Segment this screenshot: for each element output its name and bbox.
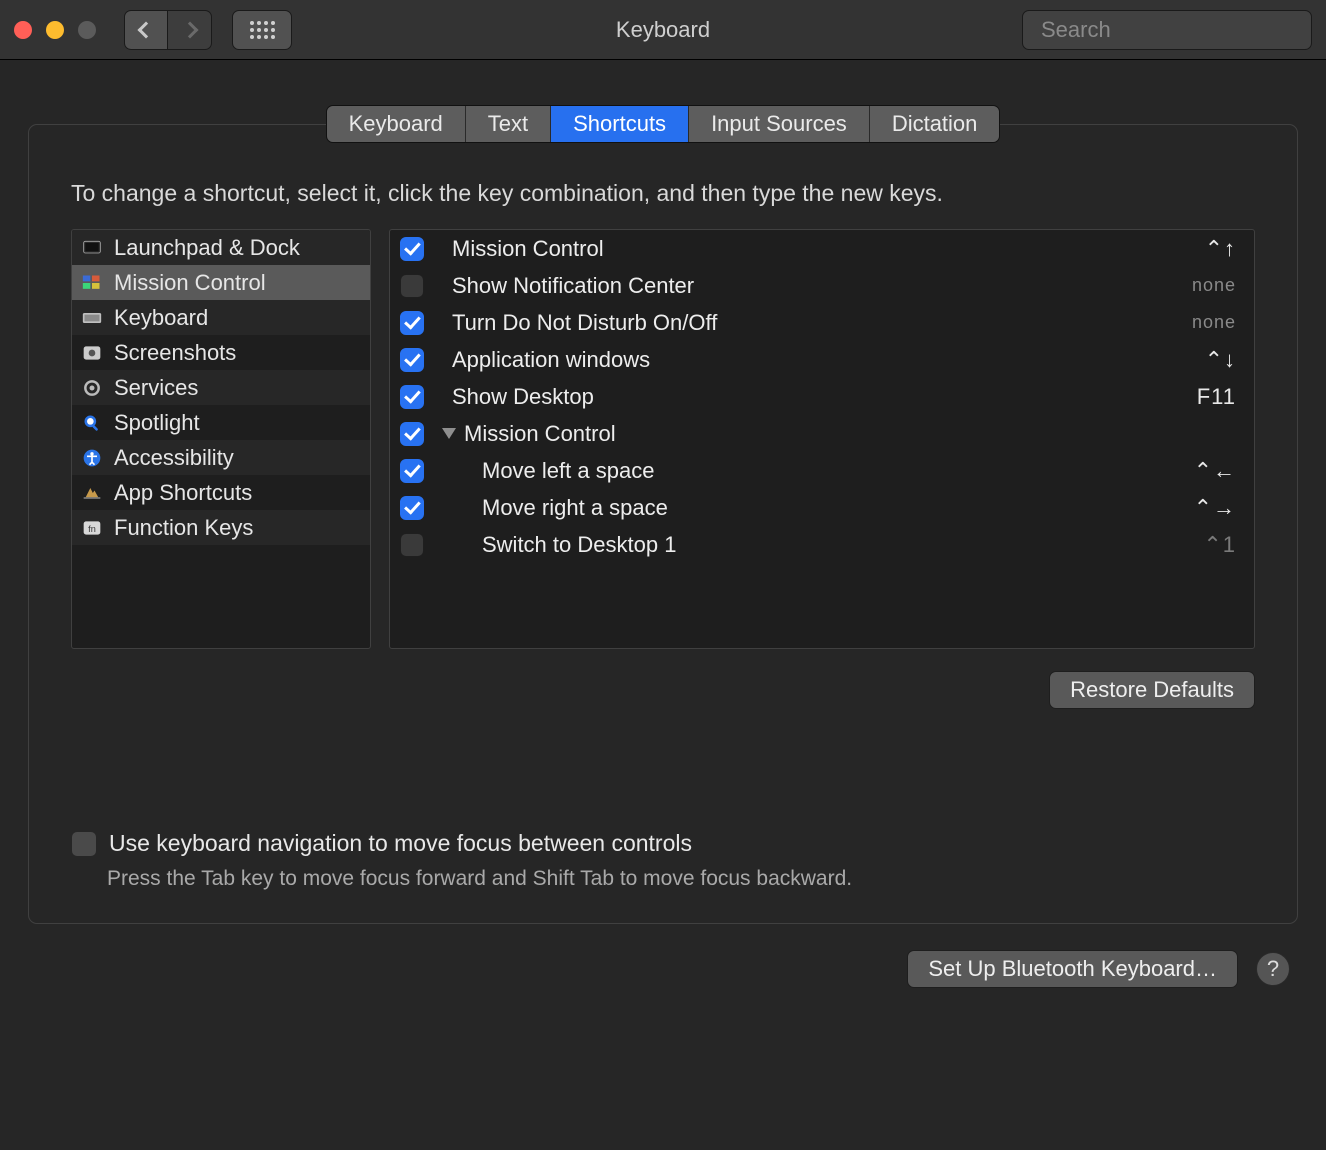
shortcut-label: Show Desktop — [452, 384, 1183, 410]
category-app-shortcuts[interactable]: App Shortcuts — [72, 475, 370, 510]
shortcut-label: Show Notification Center — [452, 273, 1178, 299]
shortcut-row[interactable]: Move right a space ⌃→ — [390, 489, 1254, 526]
shortcut-label: Move left a space — [482, 458, 1180, 484]
disclosure-triangle-icon[interactable] — [442, 428, 456, 439]
tab-input-sources[interactable]: Input Sources — [689, 106, 870, 142]
instruction-text: To change a shortcut, select it, click t… — [71, 180, 1255, 207]
accessibility-icon — [80, 448, 104, 468]
restore-defaults-button[interactable]: Restore Defaults — [1049, 671, 1255, 709]
shortcut-label: Turn Do Not Disturb On/Off — [452, 310, 1178, 336]
bottom-bar: Set Up Bluetooth Keyboard… ? — [0, 924, 1326, 1014]
shortcut-row[interactable]: Turn Do Not Disturb On/Off none — [390, 304, 1254, 341]
category-label: Keyboard — [114, 305, 208, 331]
shortcut-label: Move right a space — [482, 495, 1180, 521]
fn-icon: fn — [80, 518, 104, 538]
shortcut-key[interactable]: ⌃← — [1194, 458, 1236, 484]
tab-keyboard[interactable]: Keyboard — [327, 106, 466, 142]
shortcut-key[interactable]: ⌃1 — [1203, 532, 1236, 558]
category-screenshots[interactable]: Screenshots — [72, 335, 370, 370]
category-label: Function Keys — [114, 515, 253, 541]
shortcut-label: Mission Control — [452, 236, 1191, 262]
shortcut-key[interactable]: ⌃↓ — [1205, 347, 1236, 373]
zoom-window-button — [78, 21, 96, 39]
main-panel: To change a shortcut, select it, click t… — [28, 124, 1298, 924]
launchpad-icon — [80, 238, 104, 258]
tab-dictation[interactable]: Dictation — [870, 106, 1000, 142]
category-services[interactable]: Services — [72, 370, 370, 405]
window-controls — [14, 21, 96, 39]
shortcut-key[interactable]: none — [1192, 312, 1236, 333]
shortcut-row[interactable]: Mission Control ⌃↑ — [390, 230, 1254, 267]
shortcut-checkbox[interactable] — [400, 533, 424, 557]
category-label: App Shortcuts — [114, 480, 252, 506]
bluetooth-keyboard-button[interactable]: Set Up Bluetooth Keyboard… — [907, 950, 1238, 988]
category-list[interactable]: Launchpad & Dock Mission Control Keyboard S… — [71, 229, 371, 649]
grid-icon — [250, 21, 275, 39]
keyboard-nav-hint: Press the Tab key to move focus forward … — [107, 867, 1255, 891]
search-field[interactable] — [1022, 10, 1312, 50]
shortcut-checkbox[interactable] — [400, 348, 424, 372]
keyboard-nav-option: Use keyboard navigation to move focus be… — [71, 830, 1255, 891]
shortcut-key[interactable]: none — [1192, 275, 1236, 296]
shortcut-checkbox[interactable] — [400, 311, 424, 335]
keyboard-nav-label: Use keyboard navigation to move focus be… — [109, 830, 692, 857]
shortcut-key[interactable]: ⌃→ — [1194, 495, 1236, 521]
tab-text[interactable]: Text — [466, 106, 551, 142]
keyboard-icon — [80, 308, 104, 328]
keyboard-nav-checkbox[interactable] — [71, 831, 97, 857]
shortcut-checkbox[interactable] — [400, 274, 424, 298]
help-button[interactable]: ? — [1256, 952, 1290, 986]
shortcut-checkbox[interactable] — [400, 496, 424, 520]
shortcut-label: Switch to Desktop 1 — [482, 532, 1189, 558]
shortcut-row[interactable]: Show Desktop F11 — [390, 378, 1254, 415]
shortcut-checkbox[interactable] — [400, 422, 424, 446]
forward-button — [168, 10, 212, 50]
gear-icon — [80, 378, 104, 398]
shortcut-checkbox[interactable] — [400, 237, 424, 261]
apps-icon — [80, 483, 104, 503]
category-function-keys[interactable]: fn Function Keys — [72, 510, 370, 545]
tab-bar: KeyboardTextShortcutsInput SourcesDictat… — [0, 105, 1326, 143]
nav-buttons — [124, 10, 212, 50]
shortcut-row[interactable]: Mission Control — [390, 415, 1254, 452]
category-accessibility[interactable]: Accessibility — [72, 440, 370, 475]
category-label: Accessibility — [114, 445, 234, 471]
chevron-right-icon — [181, 21, 198, 38]
shortcut-list[interactable]: Mission Control ⌃↑ Show Notification Cente… — [389, 229, 1255, 649]
shortcut-key[interactable]: F11 — [1197, 384, 1236, 410]
shortcut-key[interactable]: ⌃↑ — [1205, 236, 1236, 262]
category-label: Screenshots — [114, 340, 236, 366]
shortcut-row[interactable]: Application windows ⌃↓ — [390, 341, 1254, 378]
shortcut-row[interactable]: Move left a space ⌃← — [390, 452, 1254, 489]
shortcut-checkbox[interactable] — [400, 459, 424, 483]
category-keyboard[interactable]: Keyboard — [72, 300, 370, 335]
tab-shortcuts[interactable]: Shortcuts — [551, 106, 689, 142]
shortcut-checkbox[interactable] — [400, 385, 424, 409]
minimize-window-button[interactable] — [46, 21, 64, 39]
show-all-button[interactable] — [232, 10, 292, 50]
category-label: Services — [114, 375, 198, 401]
shortcut-label: Application windows — [452, 347, 1191, 373]
shortcut-label: Mission Control — [464, 421, 1222, 447]
shortcut-row[interactable]: Switch to Desktop 1 ⌃1 — [390, 526, 1254, 563]
shortcut-row[interactable]: Show Notification Center none — [390, 267, 1254, 304]
svg-text:fn: fn — [88, 524, 96, 534]
category-label: Mission Control — [114, 270, 266, 296]
search-input[interactable] — [1041, 17, 1326, 43]
chevron-left-icon — [138, 21, 155, 38]
spotlight-icon — [80, 413, 104, 433]
category-launchpad-dock[interactable]: Launchpad & Dock — [72, 230, 370, 265]
close-window-button[interactable] — [14, 21, 32, 39]
category-label: Launchpad & Dock — [114, 235, 300, 261]
titlebar: Keyboard — [0, 0, 1326, 60]
screenshot-icon — [80, 343, 104, 363]
mission-icon — [80, 273, 104, 293]
category-mission-control[interactable]: Mission Control — [72, 265, 370, 300]
back-button[interactable] — [124, 10, 168, 50]
category-spotlight[interactable]: Spotlight — [72, 405, 370, 440]
category-label: Spotlight — [114, 410, 200, 436]
